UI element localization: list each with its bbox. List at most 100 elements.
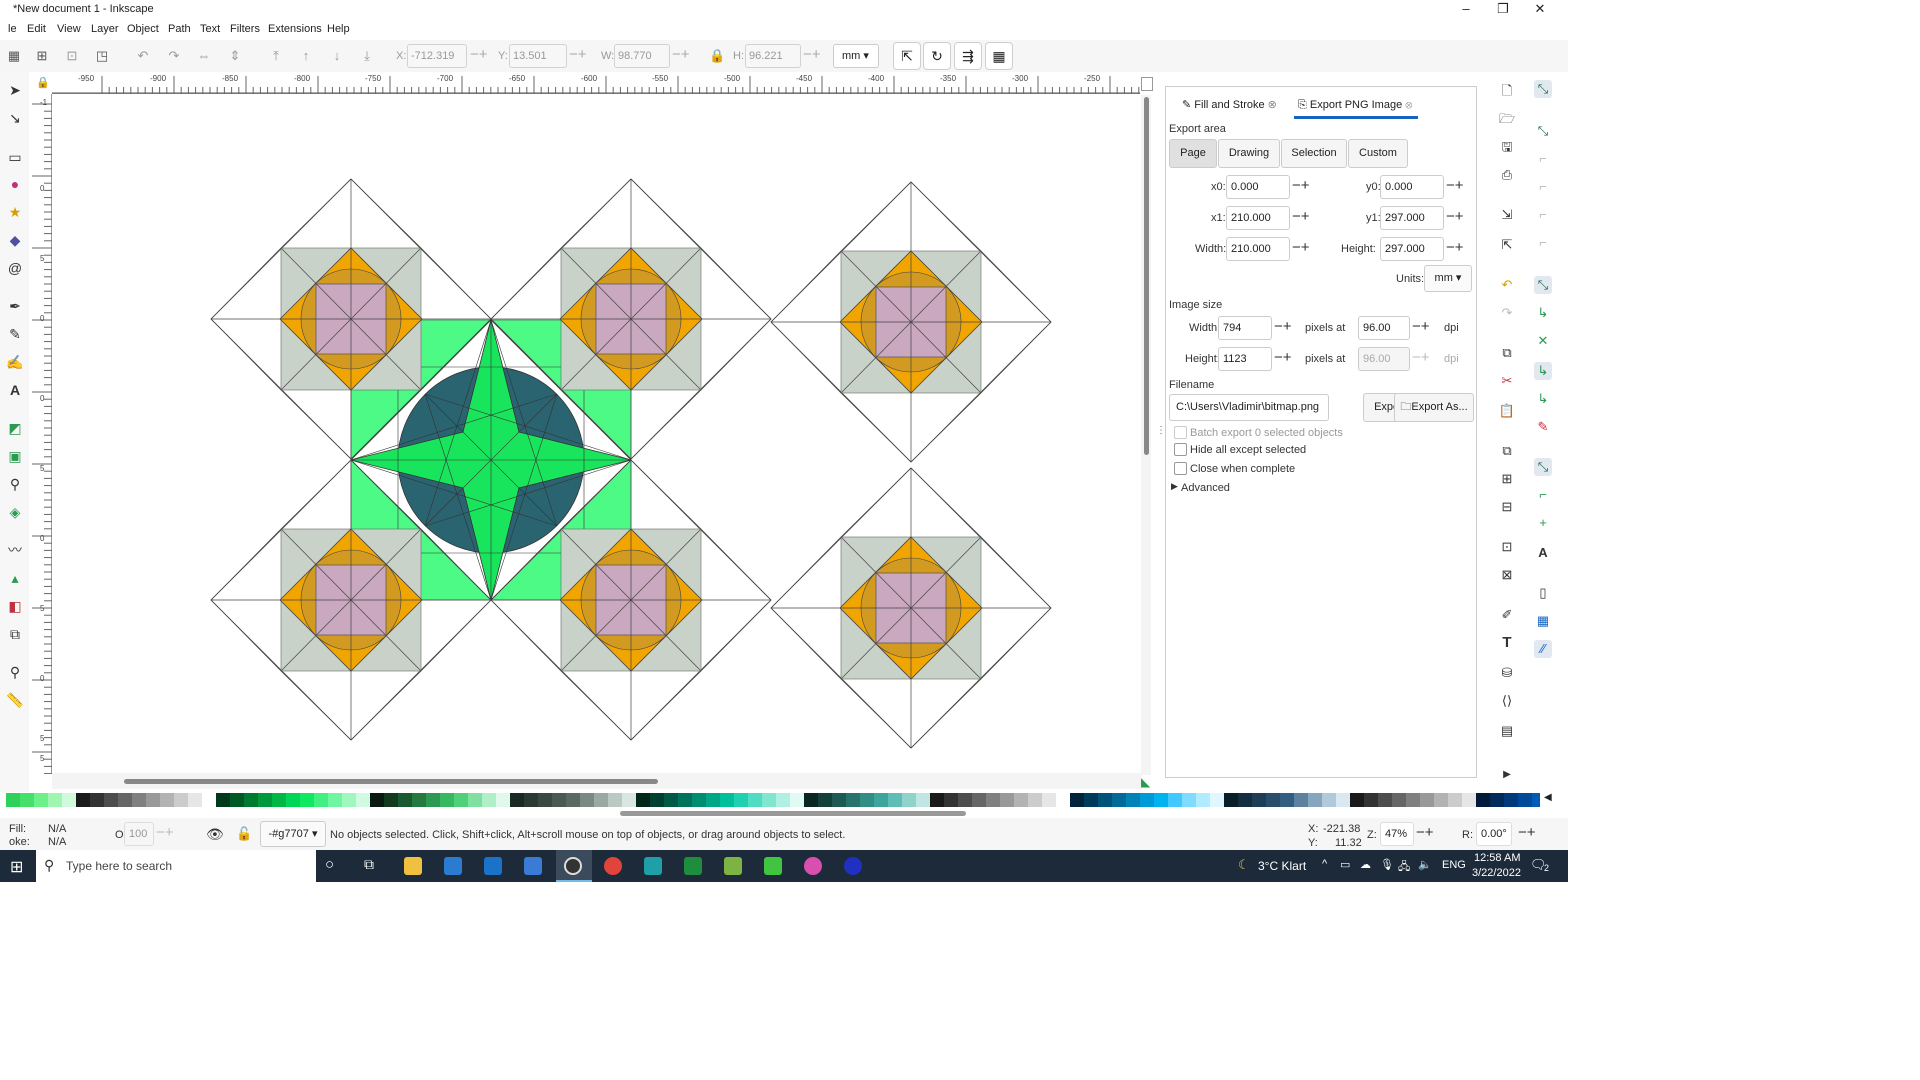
duplicate-icon[interactable]: ⧉ <box>1498 442 1516 460</box>
snap-bbox-edge-icon[interactable]: ⌐ <box>1534 150 1552 168</box>
chrome-icon[interactable] <box>604 857 622 875</box>
move-patterns-icon[interactable]: ▦ <box>985 42 1013 70</box>
zoom-corner-icon[interactable] <box>1141 77 1153 91</box>
x0-input[interactable]: 0.000 <box>1226 175 1290 199</box>
x-stepper[interactable]: −+ <box>470 44 488 66</box>
snap-intersections-icon[interactable]: ✕ <box>1534 332 1552 350</box>
paint-icon[interactable] <box>804 857 822 875</box>
file-explorer-icon[interactable] <box>404 857 422 875</box>
mesh-tool-icon[interactable]: ▣ <box>5 446 25 466</box>
minimize-button[interactable]: – <box>1448 0 1484 20</box>
snap-text-baseline-icon[interactable]: A <box>1534 544 1552 562</box>
tweak-tool-icon[interactable]: 〰 <box>5 540 25 560</box>
snap-bbox-center-icon[interactable]: ⌐ <box>1534 234 1552 252</box>
y0-stepper[interactable]: −+ <box>1446 175 1464 197</box>
inkscape-icon[interactable] <box>564 857 582 875</box>
selector-tool-icon[interactable]: ➤ <box>5 80 25 100</box>
menu-path[interactable]: Path <box>168 23 191 35</box>
eraser-tool-icon[interactable]: ◧ <box>5 596 25 616</box>
align-icon[interactable]: ▤ <box>1498 722 1516 740</box>
mail-icon[interactable] <box>484 857 502 875</box>
node-tool-icon[interactable]: ↘ <box>5 108 25 128</box>
menu-file[interactable]: le <box>8 23 17 35</box>
vertical-scrollbar[interactable] <box>1141 95 1151 775</box>
raise-to-top-icon[interactable]: ⤒ <box>268 48 284 64</box>
vim-icon[interactable] <box>724 857 742 875</box>
w-stepper[interactable]: −+ <box>672 44 690 66</box>
advanced-expander[interactable]: Advanced <box>1181 482 1230 494</box>
calligraphy-tool-icon[interactable]: ✍ <box>5 352 25 372</box>
expand-toolbar-icon[interactable]: ▶ <box>1498 766 1516 784</box>
microphone-icon[interactable]: 🎙 <box>1380 858 1394 871</box>
tray-sync-icon[interactable]: ☁ <box>1360 858 1371 871</box>
taskbar-search[interactable]: ⚲ Type here to search <box>36 850 316 882</box>
export-as-button[interactable]: 🗀Export As... <box>1394 393 1474 422</box>
store-icon[interactable] <box>444 857 462 875</box>
h-stepper[interactable]: −+ <box>803 44 821 66</box>
close-when-complete-checkbox[interactable] <box>1174 462 1187 475</box>
spray-tool-icon[interactable]: ▴ <box>5 568 25 588</box>
lock-icon[interactable]: 🔒 <box>709 48 725 64</box>
area-width-stepper[interactable]: −+ <box>1292 237 1310 259</box>
lower-to-bottom-icon[interactable]: ⤓ <box>359 48 375 64</box>
cortana-icon[interactable]: ○ <box>325 856 334 873</box>
img-width-input[interactable]: 794 <box>1218 316 1272 340</box>
units-select[interactable]: mm ▾ <box>1424 265 1472 292</box>
menu-object[interactable]: Object <box>127 23 159 35</box>
drawing-canvas[interactable] <box>52 95 1140 773</box>
photos-icon[interactable] <box>524 857 542 875</box>
h-input[interactable]: 96.221 <box>745 44 801 68</box>
tray-app-icon[interactable]: ▭ <box>1340 858 1350 871</box>
text-tool-icon[interactable]: A <box>5 380 25 400</box>
restore-button[interactable]: ❐ <box>1485 0 1521 20</box>
zoom-tool-icon[interactable]: ⚲ <box>5 662 25 682</box>
snap-rotation-center-icon[interactable]: + <box>1534 514 1552 532</box>
rotate-input[interactable]: 0.00° <box>1476 822 1512 846</box>
snap-paths-icon[interactable]: ↳ <box>1534 304 1552 322</box>
img-height-stepper[interactable]: −+ <box>1274 347 1292 369</box>
undo-icon[interactable]: ↶ <box>1498 276 1516 294</box>
layers-icon[interactable]: ⛁ <box>1498 664 1516 682</box>
rotate-ccw-icon[interactable]: ↶ <box>135 48 151 64</box>
rectangle-tool-icon[interactable]: ▭ <box>5 147 25 167</box>
y0-input[interactable]: 0.000 <box>1380 175 1444 199</box>
select-same-icon[interactable]: ◳ <box>94 48 110 64</box>
menu-help[interactable]: Help <box>327 23 350 35</box>
3dbox-tool-icon[interactable]: ◆ <box>5 230 25 250</box>
star-tool-icon[interactable]: ★ <box>5 202 25 222</box>
snap-bbox-midpoint-icon[interactable]: ⌐ <box>1534 206 1552 224</box>
snap-grid-icon[interactable]: ▦ <box>1534 612 1552 630</box>
close-button[interactable]: ✕ <box>1522 0 1558 20</box>
y-input[interactable]: 13.501 <box>509 44 567 68</box>
zoom-stepper[interactable]: −+ <box>1416 822 1434 844</box>
opacity-input[interactable]: 100 <box>124 822 154 846</box>
language-indicator[interactable]: ENG <box>1442 859 1466 871</box>
layer-lock-icon[interactable]: 🔓 <box>236 826 252 842</box>
menu-view[interactable]: View <box>57 23 81 35</box>
pencil-tool-icon[interactable]: ✎ <box>5 324 25 344</box>
y-stepper[interactable]: −+ <box>569 44 587 66</box>
lower-icon[interactable]: ↓ <box>329 48 345 64</box>
close-tab-icon[interactable]: ⊗ <box>1405 99 1412 111</box>
clock-time[interactable]: 12:58 AM <box>1474 852 1520 864</box>
open-icon[interactable]: 🗁 <box>1498 110 1516 128</box>
palette-swatches[interactable] <box>0 792 1546 808</box>
deselect-icon[interactable]: ⊡ <box>64 48 80 64</box>
area-height-input[interactable]: 297.000 <box>1380 237 1444 261</box>
network-icon[interactable]: 🖧 <box>1398 858 1410 877</box>
print-icon[interactable]: ⎙ <box>1498 166 1516 184</box>
area-selection-button[interactable]: Selection <box>1281 139 1347 168</box>
dpi-input[interactable]: 96.00 <box>1358 316 1410 340</box>
snap-cusp-icon[interactable]: ↳ <box>1534 362 1552 380</box>
clock-date[interactable]: 3/22/2022 <box>1472 867 1521 879</box>
scale-stroke-icon[interactable]: ⇱ <box>893 42 921 70</box>
spiral-tool-icon[interactable]: @ <box>5 258 25 278</box>
spreadsheet-icon[interactable] <box>684 857 702 875</box>
task-view-icon[interactable]: ⧉ <box>364 856 374 873</box>
app-icon[interactable] <box>644 857 662 875</box>
flip-horizontal-icon[interactable]: ⇔ <box>196 48 212 64</box>
palette-menu-icon[interactable]: ◀ <box>1544 792 1552 803</box>
tray-chevron-icon[interactable]: ^ <box>1322 858 1327 870</box>
flip-vertical-icon[interactable]: ⇕ <box>227 48 243 64</box>
horizontal-scroll-thumb[interactable] <box>124 779 658 784</box>
